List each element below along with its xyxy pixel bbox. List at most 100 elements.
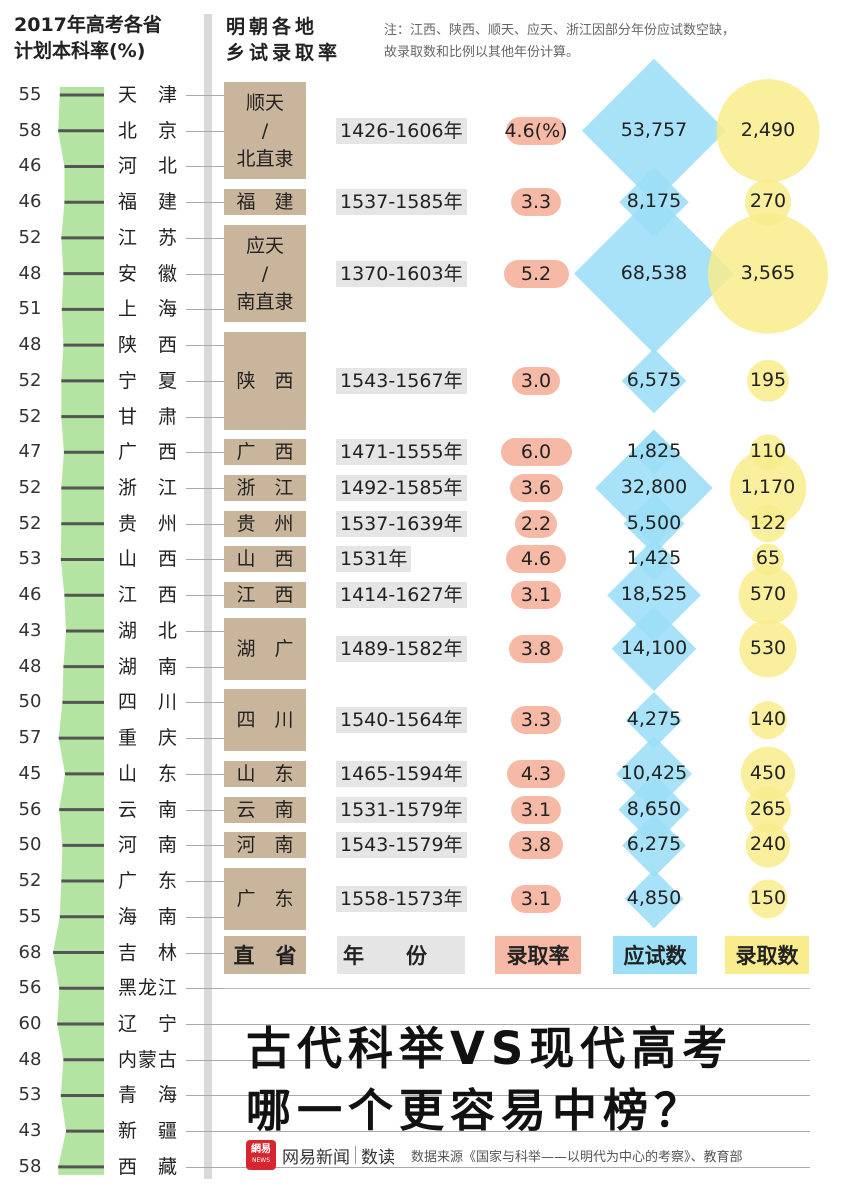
ming-year-label: 1540-1564年	[336, 707, 467, 734]
admitted-value: 122	[749, 511, 787, 534]
ming-region-box: 广 东	[224, 868, 306, 930]
netease-logo-icon: 網易 NEWS	[246, 1140, 276, 1170]
ming-rate-pill: 3.6	[509, 474, 563, 503]
strip-value-label: 48	[18, 262, 42, 284]
strip-value-label: 53	[18, 548, 42, 570]
province-connector	[186, 738, 224, 740]
footer: 網易 NEWS 网易新闻 数读 数据来源《国家与科举——以明代为中心的考察》、教…	[246, 1140, 743, 1170]
legend-region: 直 省	[224, 936, 306, 974]
province-connector	[186, 702, 224, 704]
strip-value-label: 50	[18, 834, 42, 856]
examinees-value: 14,100	[620, 636, 688, 659]
admitted-value: 110	[749, 440, 787, 463]
province-connector	[186, 416, 224, 418]
province-connector	[186, 559, 224, 561]
province-connector	[186, 916, 224, 918]
brand-name: 网易新闻	[282, 1147, 350, 1168]
ming-year-label: 1537-1639年	[336, 510, 467, 537]
main-title-line1: 古代科举VS现代高考	[246, 1022, 734, 1075]
ming-rate-pill: 3.3	[510, 706, 562, 735]
ming-year-label: 1531-1579年	[336, 796, 467, 823]
strip-value-label: 43	[18, 619, 42, 641]
ming-year-label: 1558-1573年	[336, 885, 467, 912]
ming-title-line2: 乡试录取率	[226, 42, 342, 64]
ming-year-label: 1414-1627年	[336, 582, 467, 609]
province-connector	[186, 452, 224, 454]
province-connector	[186, 952, 224, 954]
ming-rate-pill: 3.0	[511, 366, 561, 395]
admitted-value: 570	[749, 583, 787, 606]
ming-year-label: 1492-1585年	[336, 475, 467, 502]
ming-title-line1: 明朝各地	[226, 16, 319, 38]
strip-value-label: 52	[18, 477, 42, 499]
logo-sub: NEWS	[251, 1157, 271, 1164]
examinees-value: 4,275	[626, 708, 682, 731]
brand-divider	[355, 1146, 356, 1164]
ming-rate-pill: 4.6	[505, 545, 567, 574]
strip-value-label: 52	[18, 226, 42, 248]
admitted-value: 195	[749, 368, 787, 391]
ming-rate-pill: 4.3	[506, 759, 566, 788]
province-connector	[186, 166, 224, 168]
main-title-line2: 哪一个更容易中榜？	[246, 1084, 706, 1137]
ming-region-box: 山 东	[224, 760, 306, 787]
ming-rate-pill: 4.6(%)	[504, 116, 568, 145]
ming-chart-title: 明朝各地 乡试录取率	[226, 14, 341, 66]
strip-value-label: 46	[18, 584, 42, 606]
ming-year-label: 1531年	[336, 546, 412, 573]
ming-year-label: 1543-1579年	[336, 832, 467, 859]
strip-value-label: 51	[18, 298, 42, 320]
province-connector	[186, 881, 224, 883]
ming-rate-pill: 3.3	[510, 188, 562, 217]
strip-value-label: 43	[18, 1120, 42, 1142]
admitted-value: 530	[749, 636, 787, 659]
examinees-value: 8,650	[626, 797, 682, 820]
province-connector	[186, 630, 224, 632]
legend-admitted: 录取数	[725, 936, 809, 974]
strip-value-label: 48	[18, 334, 42, 356]
strip-value-label: 52	[18, 369, 42, 391]
examinees-value: 6,275	[626, 833, 682, 856]
ming-rate-pill: 5.2	[503, 259, 569, 288]
examinees-value: 1,825	[626, 440, 682, 463]
province-connector	[186, 130, 224, 132]
ming-year-label: 1537-1585年	[336, 189, 467, 216]
province-connector	[186, 345, 224, 347]
ming-region-box: 山 西	[224, 546, 306, 573]
strip-value-label: 58	[18, 1155, 42, 1177]
admitted-value: 1,170	[740, 476, 796, 499]
strip-value-label: 60	[18, 1012, 42, 1034]
ming-region-box: 湖 广	[224, 617, 306, 680]
ming-region-box: 顺天 / 北直隶	[224, 82, 306, 180]
data-source: 数据来源《国家与科举——以明代为中心的考察》、教育部	[411, 1149, 743, 1165]
ming-year-label: 1489-1582年	[336, 635, 467, 662]
ming-rate-pill: 3.1	[511, 581, 561, 610]
legend-rate: 录取率	[495, 936, 581, 974]
province-connector	[186, 95, 224, 96]
province-connector	[186, 523, 224, 525]
ming-year-label: 1543-1567年	[336, 367, 467, 394]
examinees-value: 32,800	[620, 476, 688, 499]
admitted-value: 140	[749, 708, 787, 731]
province-connector	[186, 595, 224, 597]
legend-divider	[224, 988, 810, 989]
strip-value-label: 45	[18, 762, 42, 784]
ming-region-box: 江 西	[224, 582, 306, 609]
ming-region-box: 福 建	[224, 189, 306, 216]
admitted-value: 270	[749, 190, 787, 213]
strip-value-label: 55	[18, 905, 42, 927]
logo-text: 網易	[251, 1144, 271, 1155]
strip-value-label: 50	[18, 691, 42, 713]
examinees-value: 8,175	[626, 190, 682, 213]
strip-value-label: 46	[18, 155, 42, 177]
ming-year-label: 1370-1603年	[336, 260, 467, 287]
strip-value-label: 58	[18, 119, 42, 141]
province-connector	[186, 845, 224, 847]
examinees-value: 1,425	[626, 547, 682, 570]
admitted-value: 150	[749, 886, 787, 909]
province-connector	[186, 380, 224, 382]
admitted-value: 3,565	[740, 261, 796, 284]
strip-value-label: 52	[18, 405, 42, 427]
province-connector	[186, 273, 224, 275]
legend-years: 年 份	[337, 936, 465, 974]
